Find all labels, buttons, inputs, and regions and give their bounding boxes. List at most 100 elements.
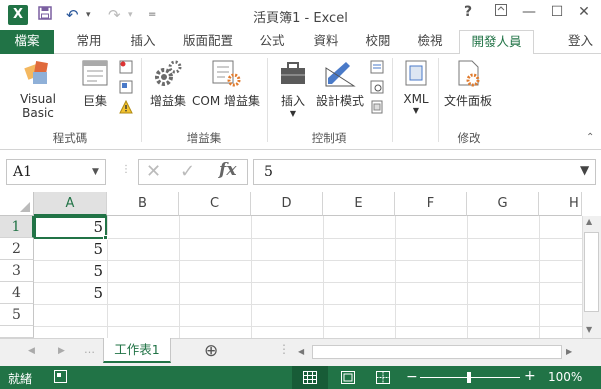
column-header-d[interactable]: D [251,192,323,216]
macro-security-icon[interactable] [119,99,133,117]
sign-in-link[interactable]: 登入 [560,30,601,54]
document-panel-icon [458,60,480,87]
collapse-ribbon-icon[interactable]: ⌃ [586,132,594,143]
visual-basic-button[interactable]: Visual Basic [4,58,72,120]
com-add-ins-button[interactable]: COM 增益集 [190,58,262,109]
scroll-right-icon[interactable]: ▶ [566,347,572,356]
normal-view-button[interactable] [292,366,328,389]
maximize-button[interactable]: ☐ [546,4,568,20]
scroll-left-icon[interactable]: ◀ [298,347,304,356]
group-label-code: 程式碼 [52,131,88,145]
page-layout-view-icon[interactable] [341,371,355,387]
sheet-tab-1[interactable]: 工作表1 [103,338,171,363]
gear-icon [155,60,182,86]
vertical-scroll-thumb[interactable] [584,232,599,312]
zoom-in-button[interactable]: + [524,368,536,384]
insert-control-button[interactable]: 插入 ▼ [276,58,310,118]
name-box-dropdown-icon[interactable]: ▼ [92,160,99,184]
column-header-h[interactable]: H [539,192,582,216]
name-box[interactable]: A1 [6,159,106,185]
prev-sheet-icon[interactable]: ◀ [28,346,35,356]
ribbon: Visual Basic 巨集 程式碼 增益集 COM 增益集 增益集 插入 ▼… [0,54,601,150]
status-ready: 就緒 [8,372,33,386]
tab-file[interactable]: 檔案 [0,30,54,54]
relative-reference-icon[interactable] [119,80,133,97]
formula-bar: A1 ▼ ⋮ ✕ ✓ fx 5 ▼ [0,150,601,192]
design-mode-button[interactable]: 設計模式 [314,58,366,109]
row-header-6[interactable] [0,326,34,338]
view-code-icon[interactable] [370,80,384,97]
macros-icon [82,60,108,86]
ribbon-tab-row: 檔案 常用 插入 版面配置 公式 資料 校閱 檢視 開發人員 登入 [0,30,601,55]
sheet-more-icon[interactable]: … [84,343,95,356]
row-header-2[interactable]: 2 [0,238,34,260]
xml-icon [405,60,427,86]
help-button[interactable]: ? [457,4,479,20]
group-divider [392,58,393,142]
tab-insert[interactable]: 插入 [121,30,165,54]
tab-developer[interactable]: 開發人員 [459,30,534,55]
fill-handle[interactable] [103,235,108,240]
confirm-entry-icon[interactable]: ✓ [180,161,195,182]
expand-formula-bar-icon[interactable]: ▼ [580,163,589,177]
scroll-down-icon[interactable]: ▼ [586,325,592,334]
gridlines [34,216,582,338]
tab-formulas[interactable]: 公式 [250,30,294,54]
zoom-slider-thumb[interactable] [467,372,471,383]
cancel-entry-icon[interactable]: ✕ [146,161,161,182]
group-label-controls: 控制項 [311,131,347,145]
add-ins-button[interactable]: 增益集 [147,58,189,109]
tab-home[interactable]: 常用 [66,30,112,54]
macro-record-status-icon[interactable] [54,370,67,386]
spreadsheet-grid: A B C D E F G H 1 2 3 4 5 5 5 5 5 ▲ ▼ [0,192,601,338]
zoom-out-button[interactable]: − [406,369,418,385]
tab-review[interactable]: 校閱 [356,30,400,54]
cell-a3[interactable]: 5 [34,260,107,282]
cell-a1[interactable]: 5 [34,216,107,238]
xml-button[interactable]: XML ▼ [397,58,435,115]
horizontal-scroll-thumb[interactable] [312,345,562,359]
cell-a2[interactable]: 5 [34,238,107,260]
design-mode-label: 設計模式 [315,94,364,108]
com-add-ins-label: COM 增益集 [192,94,260,108]
scroll-up-icon[interactable]: ▲ [586,217,592,226]
close-button[interactable]: ✕ [573,4,595,20]
status-bar: 就緒 − + 100% [0,366,601,389]
tab-data[interactable]: 資料 [304,30,348,54]
zoom-level[interactable]: 100% [548,370,582,384]
column-header-c[interactable]: C [179,192,251,216]
run-dialog-icon[interactable] [370,100,384,117]
row-header-1[interactable]: 1 [0,216,34,238]
record-macro-icon[interactable] [119,60,133,77]
visual-basic-icon [24,61,48,84]
column-header-g[interactable]: G [467,192,539,216]
tab-view[interactable]: 檢視 [408,30,452,54]
select-all-corner[interactable] [0,192,34,216]
properties-icon[interactable] [370,60,384,77]
document-panel-label: 文件面板 [443,94,492,108]
formula-bar-grip-icon: ⋮ [121,164,131,175]
com-add-ins-icon [212,60,241,87]
row-header-5[interactable]: 5 [0,304,34,326]
cell-a4[interactable]: 5 [34,282,107,304]
column-header-e[interactable]: E [323,192,395,216]
row-header-4[interactable]: 4 [0,282,34,304]
page-break-view-icon[interactable] [376,371,390,387]
document-panel-button[interactable]: 文件面板 [441,58,495,109]
column-header-a[interactable]: A [34,192,107,216]
add-sheet-icon[interactable]: ⊕ [204,341,218,361]
next-sheet-icon[interactable]: ▶ [58,346,65,356]
visual-basic-label: Visual Basic [20,92,56,120]
insert-function-icon[interactable]: fx [219,160,236,180]
column-header-f[interactable]: F [395,192,467,216]
tab-page-layout[interactable]: 版面配置 [175,30,241,54]
ribbon-display-options-icon[interactable] [490,4,512,20]
column-header-b[interactable]: B [107,192,179,216]
tab-split-icon[interactable]: ⋮ [278,342,290,356]
toolbox-icon [281,62,305,84]
formula-input[interactable]: 5 [253,159,596,185]
row-header-3[interactable]: 3 [0,260,34,282]
add-ins-label: 增益集 [149,94,186,108]
minimize-button[interactable]: — [518,4,540,20]
macros-button[interactable]: 巨集 [78,58,112,109]
